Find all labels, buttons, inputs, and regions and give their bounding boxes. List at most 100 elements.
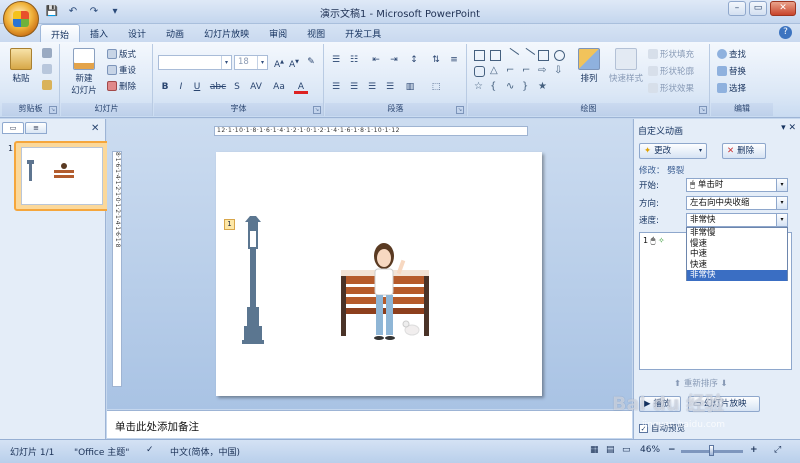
shape-brace-icon[interactable]: }	[522, 82, 533, 93]
reset-button[interactable]: 重设	[107, 64, 136, 76]
replace-button[interactable]: 替换	[717, 65, 746, 77]
tab-design[interactable]: 设计	[118, 24, 156, 42]
shape-star-icon[interactable]: ☆	[474, 82, 485, 93]
tab-insert[interactable]: 插入	[80, 24, 118, 42]
shape-bracket-icon[interactable]: {	[490, 82, 501, 93]
remove-effect-button[interactable]: ✕ 删除	[722, 143, 766, 159]
reorder-up-icon[interactable]: ⬆	[674, 379, 681, 389]
spellcheck-icon[interactable]: ✓	[146, 445, 154, 455]
bullets-button[interactable]: ☰	[329, 53, 343, 67]
columns-button[interactable]: ▥	[403, 80, 417, 94]
shape-curve-icon[interactable]: ∿	[506, 82, 517, 93]
speed-option-very-slow[interactable]: 非常慢	[687, 228, 787, 239]
tab-review[interactable]: 审阅	[259, 24, 297, 42]
animation-list-item[interactable]: 1 🖱 ✧	[643, 236, 665, 246]
office-button[interactable]	[3, 1, 39, 37]
shape-right-arrow-icon[interactable]: ⇨	[538, 66, 549, 77]
font-color-button[interactable]: A	[294, 80, 308, 94]
direction-select[interactable]: 左右向中央收缩 ▾	[686, 196, 788, 210]
bold-button[interactable]: B	[158, 80, 172, 94]
grow-font-button[interactable]: A▲	[272, 55, 286, 70]
speed-option-very-fast[interactable]: 非常快	[687, 270, 787, 281]
smartart-button[interactable]: ⬚	[429, 80, 443, 94]
shape-vtextbox-icon[interactable]	[490, 50, 501, 61]
drawing-launcher-icon[interactable]: ↘	[699, 106, 707, 114]
shape-elbow-icon[interactable]: ⌐	[522, 66, 533, 77]
shape-effect-button[interactable]: 形状效果	[648, 82, 694, 94]
minimize-button[interactable]: –	[728, 1, 746, 16]
speed-option-slow[interactable]: 慢速	[687, 239, 787, 250]
speed-select[interactable]: 非常快 ▾	[686, 213, 788, 227]
new-slide-button[interactable]: 新建 幻灯片	[65, 48, 103, 96]
shadow-button[interactable]: S	[230, 80, 244, 94]
shape-arrow-icon[interactable]	[519, 47, 536, 64]
change-effect-button[interactable]: ✦ 更改 ▾	[639, 143, 707, 159]
font-name-combo[interactable]: ▾	[158, 55, 232, 70]
tab-view[interactable]: 视图	[297, 24, 335, 42]
shrink-font-button[interactable]: A▼	[287, 55, 301, 70]
paragraph-launcher-icon[interactable]: ↘	[456, 106, 464, 114]
layout-button[interactable]: 版式	[107, 48, 136, 60]
shape-oval-icon[interactable]	[554, 50, 565, 61]
char-spacing-button[interactable]: AV	[246, 80, 266, 94]
increase-indent-button[interactable]: ⇥	[387, 53, 401, 67]
align-left-button[interactable]: ☰	[329, 80, 343, 94]
format-painter-button[interactable]	[42, 80, 52, 90]
shape-down-arrow-icon[interactable]: ⇩	[554, 66, 565, 77]
align-right-button[interactable]: ☰	[365, 80, 379, 94]
animation-pane-close-icon[interactable]: ▾ ✕	[781, 123, 796, 133]
shape-textbox-icon[interactable]	[474, 50, 485, 61]
help-icon[interactable]: ?	[779, 26, 792, 39]
tab-slideshow[interactable]: 幻灯片放映	[194, 24, 259, 42]
paste-button[interactable]: 粘贴	[6, 48, 36, 84]
shape-star2-icon[interactable]: ★	[538, 82, 549, 93]
text-direction-button[interactable]: ⇅	[429, 53, 443, 67]
restore-button[interactable]: ▭	[749, 1, 767, 16]
shape-triangle-icon[interactable]: △	[490, 66, 501, 77]
arrange-button[interactable]: 排列	[574, 48, 604, 84]
slide-thumbnail[interactable]	[14, 141, 110, 211]
tab-home[interactable]: 开始	[40, 24, 81, 42]
fit-window-icon[interactable]: ⤢	[774, 445, 781, 455]
line-spacing-button[interactable]: ↕	[407, 53, 421, 67]
justify-button[interactable]: ☰	[383, 80, 397, 94]
normal-view-icon[interactable]: ▦	[590, 445, 599, 455]
notes-pane[interactable]: 单击此处添加备注	[107, 410, 632, 438]
speed-option-fast[interactable]: 快速	[687, 260, 787, 271]
tab-developer[interactable]: 开发工具	[335, 24, 391, 42]
strikethrough-button[interactable]: abc	[208, 80, 228, 94]
slideshow-view-icon[interactable]: ▭	[622, 445, 631, 455]
puppy-image[interactable]	[402, 320, 420, 336]
shape-outline-button[interactable]: 形状轮廓	[648, 65, 694, 77]
outline-tab[interactable]: ≡	[25, 122, 47, 134]
shape-connector-icon[interactable]: ⌐	[506, 66, 517, 77]
shape-rect-icon[interactable]	[538, 50, 549, 61]
shape-roundrect-icon[interactable]	[474, 66, 485, 77]
street-lamp-image[interactable]	[242, 216, 264, 344]
quick-styles-button[interactable]: 快速样式	[606, 48, 646, 84]
underline-button[interactable]: U	[190, 80, 204, 94]
find-button[interactable]: 查找	[717, 48, 746, 60]
italic-button[interactable]: I	[174, 80, 188, 94]
numbering-button[interactable]: ☷	[347, 53, 361, 67]
select-button[interactable]: 选择	[717, 82, 746, 94]
align-center-button[interactable]: ☰	[347, 80, 361, 94]
slides-tab[interactable]: ▭	[2, 122, 24, 134]
zoom-slider-thumb[interactable]	[709, 445, 714, 456]
reorder-down-icon[interactable]: ⬇	[721, 379, 728, 389]
slide-canvas[interactable]: 1	[216, 152, 542, 396]
zoom-out-button[interactable]: −	[668, 445, 676, 455]
cut-button[interactable]	[42, 48, 52, 58]
speed-option-medium[interactable]: 中速	[687, 249, 787, 260]
delete-slide-button[interactable]: 删除	[107, 80, 136, 92]
align-text-button[interactable]: ≡	[447, 53, 461, 67]
decrease-indent-button[interactable]: ⇤	[369, 53, 383, 67]
zoom-level[interactable]: 46%	[640, 445, 660, 455]
tab-animations[interactable]: 动画	[156, 24, 194, 42]
copy-button[interactable]	[42, 64, 52, 74]
start-select[interactable]: 🖱 单击时 ▾	[686, 178, 788, 192]
sorter-view-icon[interactable]: ▤	[606, 445, 615, 455]
font-launcher-icon[interactable]: ↘	[313, 106, 321, 114]
font-size-combo[interactable]: 18 ▾	[234, 55, 268, 70]
clipboard-launcher-icon[interactable]: ↘	[49, 106, 57, 114]
